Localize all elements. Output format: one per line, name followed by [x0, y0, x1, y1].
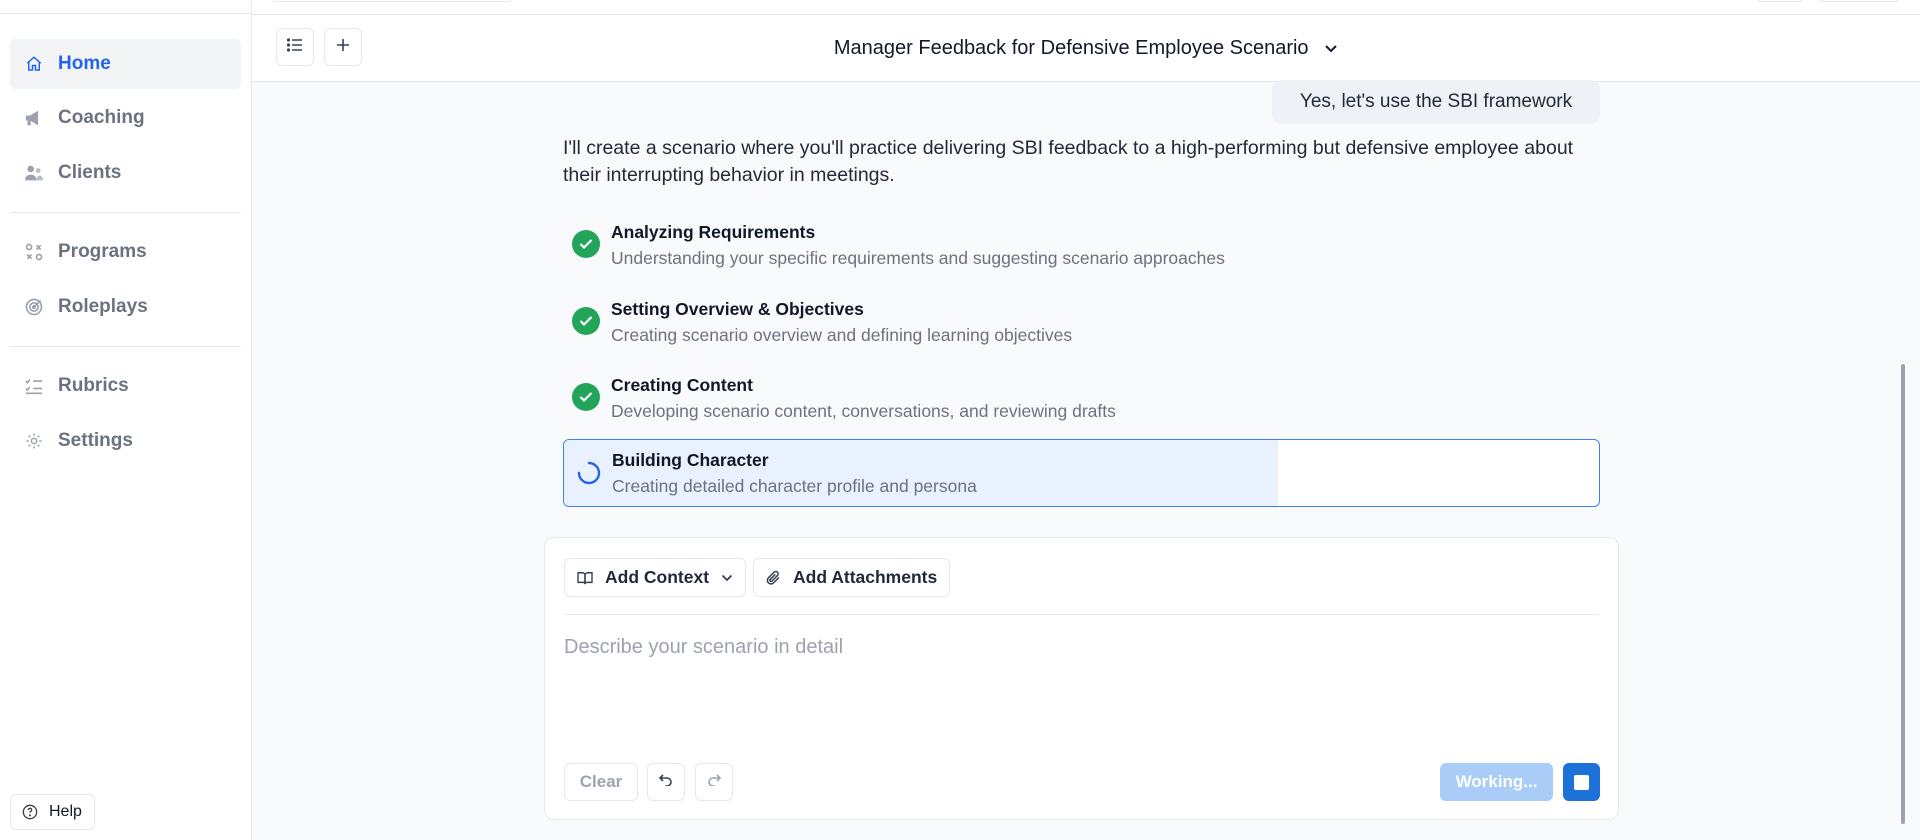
sidebar-item-label: Coaching: [58, 107, 145, 128]
working-status-button[interactable]: Working...: [1440, 763, 1553, 801]
step-title: Analyzing Requirements: [611, 222, 816, 242]
stop-button[interactable]: [1563, 763, 1600, 801]
clear-label: Clear: [579, 772, 623, 791]
step-title: Creating Content: [611, 375, 753, 395]
step-title: Setting Overview & Objectives: [611, 299, 864, 319]
users-icon: [24, 163, 44, 183]
check-circle-icon: [572, 307, 600, 335]
sidebar-item-roleplays[interactable]: Roleplays: [10, 282, 241, 332]
sidebar-item-programs[interactable]: Programs: [10, 227, 241, 277]
programs-icon: [24, 242, 44, 262]
top-button-remnant[interactable]: [1757, 0, 1803, 2]
sidebar: Home Coaching Clients Programs Roleplays…: [0, 0, 252, 840]
redo-button[interactable]: [695, 763, 733, 801]
check-circle-icon: [572, 383, 600, 411]
sidebar-item-label: Settings: [58, 430, 133, 451]
add-attachments-label: Add Attachments: [793, 567, 938, 587]
spinner-icon: [576, 460, 602, 486]
sidebar-item-settings[interactable]: Settings: [10, 416, 241, 466]
stop-icon: [1574, 774, 1589, 790]
top-toolbar-strip: [252, 0, 1920, 15]
help-circle-icon: [21, 803, 39, 821]
sidebar-item-label: Home: [58, 53, 111, 74]
scenario-description-input[interactable]: [564, 626, 1599, 716]
step-title: Building Character: [612, 450, 769, 470]
sidebar-divider: [10, 346, 241, 347]
add-context-button[interactable]: Add Context: [564, 558, 747, 597]
help-label: Help: [49, 803, 82, 820]
user-message-bubble: Yes, let's use the SBI framework: [1272, 80, 1600, 124]
top-search-remnant[interactable]: [272, 0, 512, 2]
step-description: Creating detailed character profile and …: [612, 476, 977, 496]
undo-button[interactable]: [647, 763, 685, 801]
home-icon: [24, 54, 44, 74]
paperclip-icon: [766, 570, 781, 586]
add-context-label: Add Context: [605, 567, 710, 587]
book-open-icon: [577, 571, 593, 585]
sidebar-item-label: Programs: [58, 241, 147, 262]
checklist-icon: [24, 376, 44, 396]
scenario-title-dropdown[interactable]: Manager Feedback for Defensive Employee …: [252, 37, 1920, 60]
undo-icon: [658, 773, 673, 791]
add-attachments-button[interactable]: Add Attachments: [753, 558, 951, 597]
target-icon: [24, 297, 44, 317]
progress-step-active: Building Character Creating detailed cha…: [563, 439, 1600, 507]
check-circle-icon: [572, 230, 600, 258]
chevron-down-icon: [1324, 37, 1338, 60]
step-description: Developing scenario content, conversatio…: [611, 401, 1116, 421]
scrollbar-thumb[interactable]: [1901, 364, 1905, 824]
conversation-header: Manager Feedback for Defensive Employee …: [252, 15, 1920, 82]
working-label: Working...: [1455, 772, 1538, 791]
sidebar-item-label: Rubrics: [58, 375, 129, 396]
sidebar-item-clients[interactable]: Clients: [10, 148, 241, 198]
chevron-down-icon: [721, 574, 733, 582]
assistant-message: I'll create a scenario where you'll prac…: [563, 137, 1574, 186]
progress-step: Analyzing Requirements Understanding you…: [563, 216, 1600, 284]
progress-step: Creating Content Developing scenario con…: [563, 369, 1600, 437]
step-description: Understanding your specific requirements…: [611, 248, 1225, 268]
redo-icon: [707, 773, 722, 791]
progress-step: Setting Overview & Objectives Creating s…: [563, 293, 1600, 361]
user-message-text: Yes, let's use the SBI framework: [1299, 91, 1573, 112]
sidebar-item-coaching[interactable]: Coaching: [10, 93, 241, 143]
sidebar-divider: [10, 212, 241, 213]
sidebar-item-rubrics[interactable]: Rubrics: [10, 361, 241, 411]
clear-button[interactable]: Clear: [564, 763, 638, 801]
composer-divider: [564, 614, 1599, 615]
sidebar-item-label: Clients: [58, 162, 122, 183]
gear-icon: [24, 431, 44, 451]
help-button[interactable]: Help: [10, 794, 95, 830]
top-button-remnant[interactable]: [1819, 0, 1899, 2]
scenario-composer: Add Context Add Attachments Clear Workin…: [544, 537, 1619, 820]
page-title: Manager Feedback for Defensive Employee …: [833, 37, 1309, 59]
sidebar-top-divider: [0, 13, 252, 14]
sidebar-item-label: Roleplays: [58, 296, 148, 317]
sidebar-item-home[interactable]: Home: [10, 39, 241, 89]
megaphone-icon: [24, 108, 44, 128]
step-description: Creating scenario overview and defining …: [611, 325, 1073, 345]
